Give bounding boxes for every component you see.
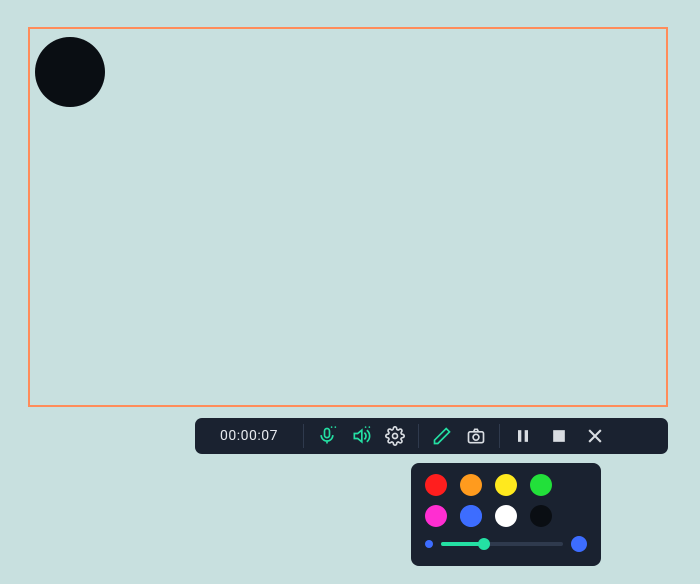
- color-swatch-orange[interactable]: [460, 474, 482, 496]
- palette-row: [425, 505, 587, 527]
- color-swatch-blue[interactable]: [460, 505, 482, 527]
- brush-max-icon: [571, 536, 587, 552]
- annotation-controls-group: [419, 424, 500, 448]
- recording-toolbar: 00:00:07 •• ••: [195, 418, 668, 454]
- webcam-preview-bubble[interactable]: [35, 37, 105, 107]
- recording-controls-group: [500, 424, 618, 448]
- color-swatch-white[interactable]: [495, 505, 517, 527]
- color-swatch-magenta[interactable]: [425, 505, 447, 527]
- color-swatch-red[interactable]: [425, 474, 447, 496]
- color-palette-panel: [411, 463, 601, 566]
- pencil-icon[interactable]: [432, 426, 452, 446]
- camera-icon[interactable]: [466, 426, 486, 446]
- close-icon[interactable]: [585, 426, 605, 446]
- speaker-icon[interactable]: ••: [351, 426, 371, 446]
- stop-icon[interactable]: [549, 426, 569, 446]
- color-swatch-black[interactable]: [530, 505, 552, 527]
- brush-min-icon: [425, 540, 433, 548]
- brush-size-slider[interactable]: [425, 536, 587, 552]
- audio-controls-group: •• ••: [304, 424, 419, 448]
- pause-icon[interactable]: [513, 426, 533, 446]
- microphone-icon[interactable]: ••: [317, 426, 337, 446]
- slider-track[interactable]: [441, 542, 563, 546]
- capture-area-frame[interactable]: [28, 27, 668, 407]
- gear-icon[interactable]: [385, 426, 405, 446]
- color-swatch-yellow[interactable]: [495, 474, 517, 496]
- slider-thumb[interactable]: [478, 538, 490, 550]
- palette-row: [425, 474, 587, 496]
- color-swatch-green[interactable]: [530, 474, 552, 496]
- recording-timer: 00:00:07: [195, 424, 304, 448]
